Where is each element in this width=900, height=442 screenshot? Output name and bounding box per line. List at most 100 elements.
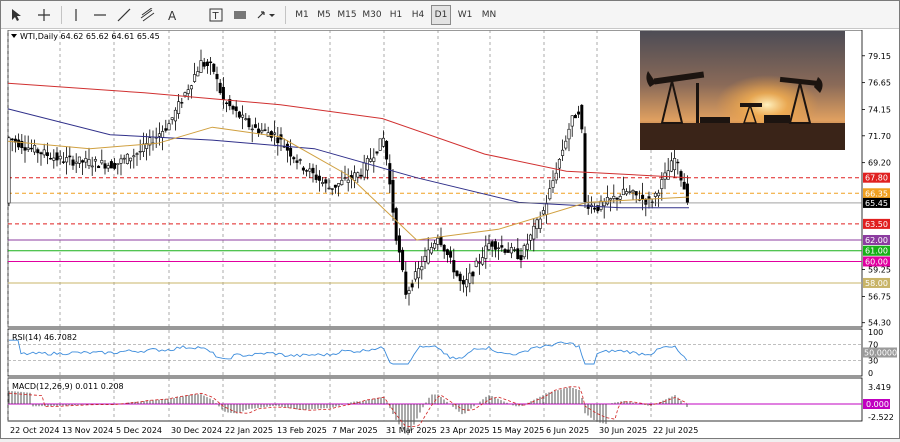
timeframe-d1[interactable]: D1 xyxy=(431,5,451,25)
timeframe-m15[interactable]: M15 xyxy=(337,5,357,25)
candle-body xyxy=(573,115,577,119)
price-tick-label: 59.25 xyxy=(868,266,891,275)
candle-body xyxy=(388,163,392,185)
svg-text:A: A xyxy=(168,9,177,22)
price-tick-label: 79.15 xyxy=(868,52,891,61)
chart-title: WTI,Daily 64.62 65.62 64.61 65.45 xyxy=(20,32,160,41)
candle-body xyxy=(452,260,456,273)
cursor-arrow-icon[interactable] xyxy=(5,4,27,26)
candle-body xyxy=(23,147,27,151)
candle-body xyxy=(33,145,37,153)
candle-body xyxy=(199,60,203,73)
timeframe-m30[interactable]: M30 xyxy=(361,5,383,25)
candle-body xyxy=(74,161,78,164)
candle-body xyxy=(237,111,241,118)
candle-body xyxy=(29,147,33,150)
candle-body xyxy=(525,243,529,250)
candle-body xyxy=(84,158,88,163)
candle-body xyxy=(522,245,526,258)
candle-body xyxy=(481,257,485,265)
candle-body xyxy=(161,131,165,138)
candle-body xyxy=(305,170,309,172)
candle-body xyxy=(423,255,427,262)
text-box-icon[interactable]: T xyxy=(205,4,227,26)
candle-body xyxy=(17,139,21,148)
candle-body xyxy=(653,192,657,197)
candle-body xyxy=(215,73,219,80)
candle-body xyxy=(413,271,417,280)
candle-body xyxy=(372,157,376,162)
candle-body xyxy=(170,117,174,120)
timeframe-m1[interactable]: M1 xyxy=(293,5,311,25)
candle-body xyxy=(621,188,625,196)
candle-body xyxy=(119,158,123,164)
chart-area[interactable]: 22 Oct 2024 13 Nov 2024 5 Dec 2024 30 Dec 2… xyxy=(1,29,899,439)
candle-body xyxy=(429,247,433,254)
candle-body xyxy=(109,161,113,169)
candle-body xyxy=(535,219,539,229)
timeframe-m5[interactable]: M5 xyxy=(315,5,333,25)
timeframe-mn[interactable]: MN xyxy=(479,5,499,25)
vertical-line-icon[interactable] xyxy=(65,4,87,26)
timeframe-h1[interactable]: H1 xyxy=(387,5,405,25)
candle-body xyxy=(177,101,181,114)
price-tick-label: 54.30 xyxy=(868,319,891,328)
candle-body xyxy=(42,149,46,156)
arrows-dropdown-icon[interactable] xyxy=(255,4,277,26)
candle-body xyxy=(301,167,305,171)
candle-body xyxy=(231,106,235,110)
timeframe-h4[interactable]: H4 xyxy=(409,5,427,25)
candle-body xyxy=(167,123,171,131)
date-tick-label: 30 Jun 2025 xyxy=(599,426,647,435)
candle-body xyxy=(26,147,30,150)
candle-body xyxy=(180,102,184,104)
candle-body xyxy=(285,143,289,151)
candle-body xyxy=(308,168,312,172)
candle-body xyxy=(631,190,635,193)
candle-body xyxy=(260,130,264,133)
date-tick-label: 22 Jul 2025 xyxy=(653,426,698,435)
candle-body xyxy=(234,106,238,111)
candle-body xyxy=(71,159,75,166)
candle-body xyxy=(519,255,523,261)
candle-body xyxy=(359,174,363,177)
candle-body xyxy=(433,243,437,249)
horizontal-line-icon[interactable] xyxy=(89,4,111,26)
candle-body xyxy=(362,162,366,178)
candle-body xyxy=(58,155,62,160)
candle-body xyxy=(346,179,350,183)
candle-body xyxy=(545,203,549,215)
candle-body xyxy=(455,270,459,276)
price-tick-label: 71.70 xyxy=(868,132,891,141)
candle-body xyxy=(628,191,632,193)
candle-body xyxy=(100,160,104,164)
candle-body xyxy=(314,174,318,180)
text-label-icon[interactable]: A xyxy=(161,4,183,26)
candle-body xyxy=(394,208,398,241)
rsi-pane-frame xyxy=(7,328,863,377)
candle-body xyxy=(577,111,581,115)
candle-body xyxy=(49,157,53,160)
candle-body xyxy=(90,165,94,168)
candle-body xyxy=(202,62,206,67)
candle-body xyxy=(289,147,293,157)
candle-body xyxy=(225,102,229,105)
trend-line-icon[interactable] xyxy=(113,4,135,26)
channel-icon[interactable] xyxy=(137,4,159,26)
crosshair-icon[interactable] xyxy=(33,4,55,26)
rectangle-shape-icon[interactable] xyxy=(229,4,251,26)
macd-current-label: 0.000 xyxy=(866,400,889,409)
candle-body xyxy=(10,138,14,141)
candle-body xyxy=(241,114,245,118)
candle-body xyxy=(541,210,545,215)
candle-body xyxy=(474,260,478,267)
candle-body xyxy=(356,172,360,178)
candle-body xyxy=(465,279,469,288)
price-tick-label: 76.65 xyxy=(868,79,891,88)
timeframe-w1[interactable]: W1 xyxy=(455,5,475,25)
macd-tick-label: 3.419 xyxy=(868,383,891,392)
candle-body xyxy=(353,172,357,181)
candle-body xyxy=(417,268,421,279)
candle-body xyxy=(497,247,501,249)
candle-body xyxy=(548,188,552,200)
